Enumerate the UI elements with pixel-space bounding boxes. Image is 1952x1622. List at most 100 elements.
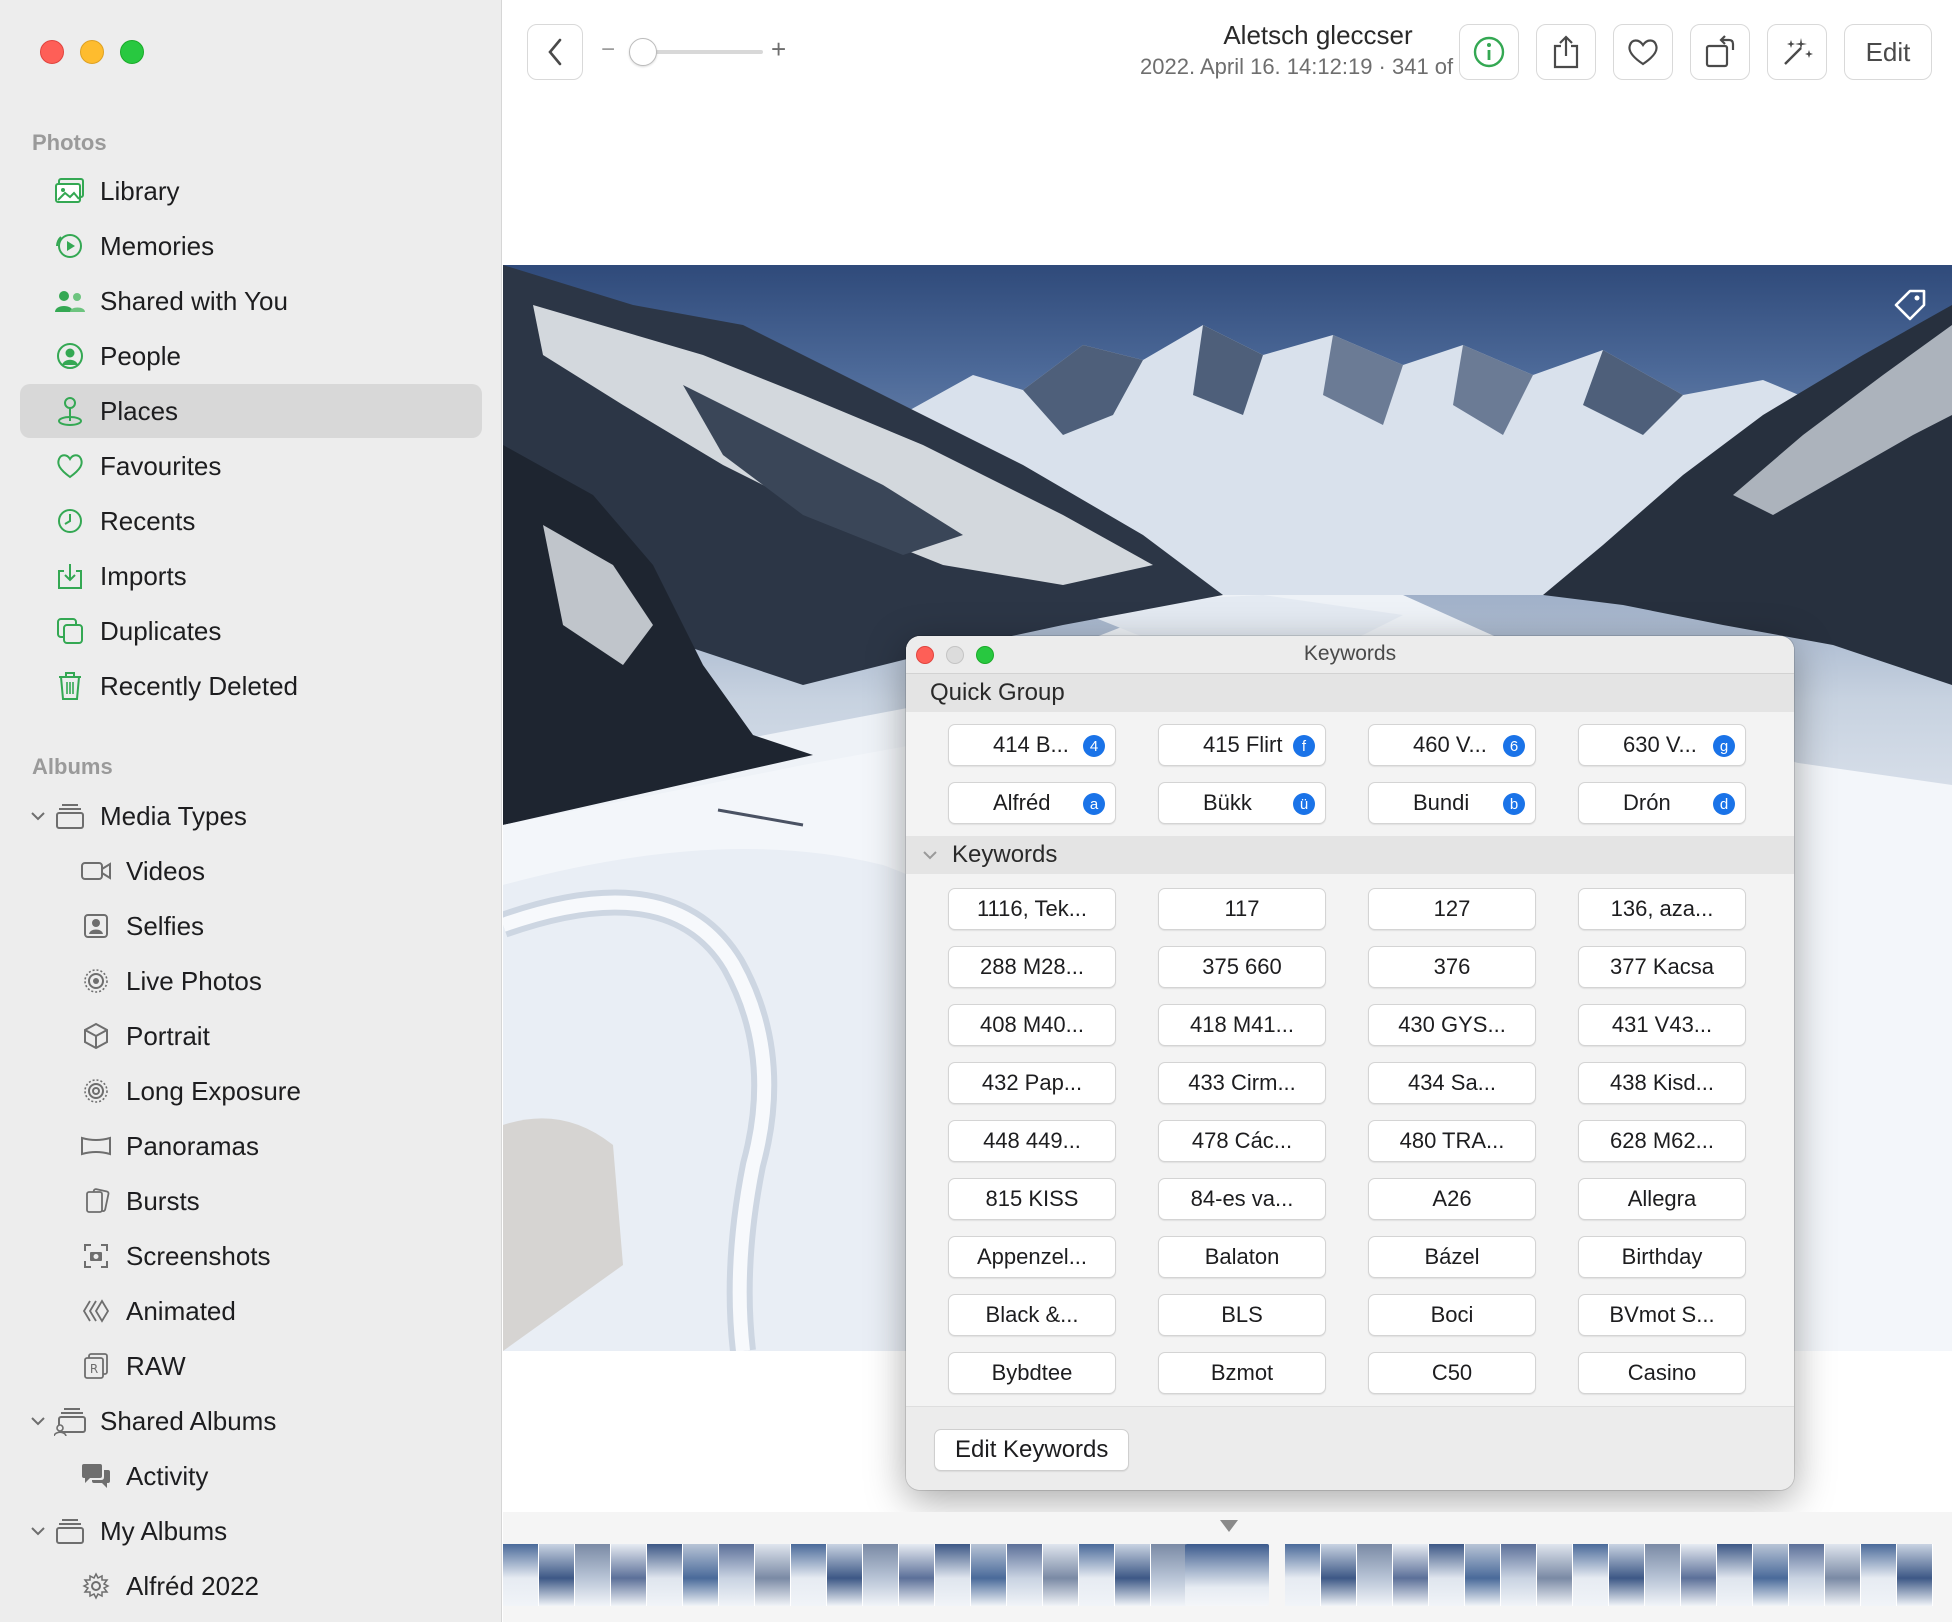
quick-group-keyword-button[interactable]: 460 V... 6 (1368, 724, 1536, 766)
filmstrip-thumb[interactable] (1357, 1544, 1393, 1606)
filmstrip-thumb[interactable] (1285, 1544, 1321, 1606)
keyword-button[interactable]: 1116, Tek... (948, 888, 1116, 930)
rotate-button[interactable] (1690, 24, 1750, 80)
keyword-button[interactable]: Black &... (948, 1294, 1116, 1336)
sidebar-item-library[interactable]: Library (20, 164, 482, 218)
keyword-button[interactable]: 432 Pap... (948, 1062, 1116, 1104)
quick-group-keyword-button[interactable]: Alfréd a (948, 782, 1116, 824)
sidebar-item-screenshots[interactable]: Screenshots (20, 1229, 482, 1283)
filmstrip-thumb[interactable] (611, 1544, 647, 1606)
sidebar-item-activity[interactable]: Activity (20, 1449, 482, 1503)
keyword-button[interactable]: 418 M41... (1158, 1004, 1326, 1046)
filmstrip[interactable] (503, 1512, 1952, 1622)
sidebar-item-long-exposure[interactable]: Long Exposure (20, 1064, 482, 1118)
filmstrip-thumb[interactable] (971, 1544, 1007, 1606)
info-button[interactable] (1459, 24, 1519, 80)
sidebar-item-portrait[interactable]: Portrait (20, 1009, 482, 1063)
filmstrip-thumb[interactable] (1393, 1544, 1429, 1606)
auto-enhance-button[interactable] (1767, 24, 1827, 80)
filmstrip-thumb[interactable] (647, 1544, 683, 1606)
filmstrip-thumb[interactable] (1007, 1544, 1043, 1606)
filmstrip-thumb[interactable] (1753, 1544, 1789, 1606)
keyword-button[interactable]: 478 Các... (1158, 1120, 1326, 1162)
keyword-button[interactable]: Boci (1368, 1294, 1536, 1336)
filmstrip-thumb[interactable] (1861, 1544, 1897, 1606)
edit-button[interactable]: Edit (1844, 24, 1932, 80)
keyword-button[interactable]: 438 Kisd... (1578, 1062, 1746, 1104)
sidebar-item-places[interactable]: Places (20, 384, 482, 438)
filmstrip-thumb[interactable] (1151, 1544, 1187, 1606)
quick-group-keyword-button[interactable]: 630 V... g (1578, 724, 1746, 766)
sidebar-item-imports[interactable]: Imports (20, 549, 482, 603)
filmstrip-thumb[interactable] (683, 1544, 719, 1606)
sidebar-item-selfies[interactable]: Selfies (20, 899, 482, 953)
sidebar-item-shared-with-you[interactable]: Shared with You (20, 274, 482, 328)
keyword-button[interactable]: 408 M40... (948, 1004, 1116, 1046)
keyword-button[interactable]: 288 M28... (948, 946, 1116, 988)
chevron-down-icon[interactable] (28, 1521, 48, 1541)
filmstrip-thumb[interactable] (1897, 1544, 1933, 1606)
keyword-button[interactable]: Bybdtee (948, 1352, 1116, 1394)
keyword-button[interactable]: 815 KISS (948, 1178, 1116, 1220)
filmstrip-thumb[interactable] (1501, 1544, 1537, 1606)
keyword-button[interactable]: Birthday (1578, 1236, 1746, 1278)
keyword-button[interactable]: 377 Kacsa (1578, 946, 1746, 988)
keyword-button[interactable]: 431 V43... (1578, 1004, 1746, 1046)
filmstrip-thumb[interactable] (1681, 1544, 1717, 1606)
filmstrip-thumb[interactable] (827, 1544, 863, 1606)
filmstrip-thumb[interactable] (863, 1544, 899, 1606)
sidebar-item-videos[interactable]: Videos (20, 844, 482, 898)
filmstrip-thumb[interactable] (1043, 1544, 1079, 1606)
filmstrip-thumb[interactable] (1573, 1544, 1609, 1606)
keyword-button[interactable]: Balaton (1158, 1236, 1326, 1278)
sidebar-item-my-albums[interactable]: My Albums (20, 1504, 482, 1558)
filmstrip-thumb[interactable] (1789, 1544, 1825, 1606)
filmstrip-thumb[interactable] (539, 1544, 575, 1606)
zoom-window-button[interactable] (120, 40, 144, 64)
chevron-down-icon[interactable] (920, 845, 940, 865)
sidebar-item-favourites[interactable]: Favourites (20, 439, 482, 493)
chevron-down-icon[interactable] (28, 806, 48, 826)
keyword-button[interactable]: 448 449... (948, 1120, 1116, 1162)
keyword-button[interactable]: A26 (1368, 1178, 1536, 1220)
keyword-button[interactable]: Casino (1578, 1352, 1746, 1394)
keyword-button[interactable]: BLS (1158, 1294, 1326, 1336)
filmstrip-thumb[interactable] (791, 1544, 827, 1606)
sidebar-item-bursts[interactable]: Bursts (20, 1174, 482, 1228)
share-button[interactable] (1536, 24, 1596, 80)
keyword-button[interactable]: 117 (1158, 888, 1326, 930)
sidebar-item-people[interactable]: People (20, 329, 482, 383)
keyword-button[interactable]: 84-es va... (1158, 1178, 1326, 1220)
sidebar-item-shared-albums[interactable]: Shared Albums (20, 1394, 482, 1448)
filmstrip-thumb[interactable] (1609, 1544, 1645, 1606)
filmstrip-thumb[interactable] (935, 1544, 971, 1606)
keyword-button[interactable]: Bzmot (1158, 1352, 1326, 1394)
filmstrip-thumb[interactable] (755, 1544, 791, 1606)
keyword-button[interactable]: BVmot S... (1578, 1294, 1746, 1336)
sidebar-item-recents[interactable]: Recents (20, 494, 482, 548)
keyword-button[interactable]: 434 Sa... (1368, 1062, 1536, 1104)
quick-group-keyword-button[interactable]: 414 B... 4 (948, 724, 1116, 766)
sidebar-item-recently-deleted[interactable]: Recently Deleted (20, 659, 482, 713)
keyword-button[interactable]: 127 (1368, 888, 1536, 930)
minimize-window-button[interactable] (80, 40, 104, 64)
keyword-button[interactable]: Allegra (1578, 1178, 1746, 1220)
close-window-button[interactable] (40, 40, 64, 64)
keyword-button[interactable]: 628 M62... (1578, 1120, 1746, 1162)
sidebar-item-panoramas[interactable]: Panoramas (20, 1119, 482, 1173)
sidebar-item-live-photos[interactable]: Live Photos (20, 954, 482, 1008)
filmstrip-thumb[interactable] (1465, 1544, 1501, 1606)
sidebar-item-media-types[interactable]: Media Types (20, 789, 482, 843)
quick-group-keyword-button[interactable]: Bükk ü (1158, 782, 1326, 824)
filmstrip-thumb[interactable] (1321, 1544, 1357, 1606)
filmstrip-thumb[interactable] (1537, 1544, 1573, 1606)
quick-group-keyword-button[interactable]: Drón d (1578, 782, 1746, 824)
sidebar-item-alfred-2022[interactable]: Alfréd 2022 (20, 1559, 482, 1613)
quick-group-keyword-button[interactable]: 415 Flirt f (1158, 724, 1326, 766)
keyword-button[interactable]: 376 (1368, 946, 1536, 988)
keyword-button[interactable]: 480 TRA... (1368, 1120, 1536, 1162)
filmstrip-current-thumb[interactable] (1185, 1544, 1269, 1606)
keyword-button[interactable]: 136, aza... (1578, 888, 1746, 930)
tag-icon[interactable] (1892, 287, 1928, 323)
filmstrip-thumb[interactable] (1825, 1544, 1861, 1606)
